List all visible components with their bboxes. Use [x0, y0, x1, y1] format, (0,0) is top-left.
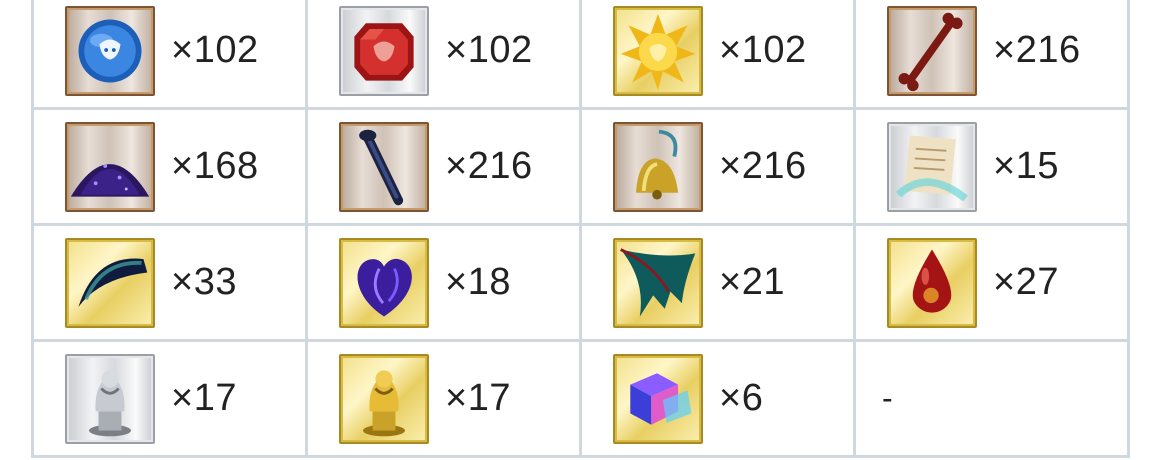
silver-statue-icon — [65, 353, 155, 444]
empty-placeholder: - — [882, 380, 893, 416]
gold-statue-icon — [339, 353, 429, 444]
material-count: ×102 — [445, 29, 533, 71]
material-count: ×21 — [719, 261, 785, 303]
wing-icon — [613, 237, 703, 328]
material-count: ×15 — [993, 145, 1059, 187]
table-row: ×33 ×18 ×21 ×27 — [34, 223, 1130, 339]
blood-drop-icon — [887, 237, 977, 328]
material-count: ×216 — [445, 145, 533, 187]
table-row: ×168 ×216 ×216 ×15 — [34, 107, 1130, 223]
material-cell: ×17 — [308, 342, 582, 455]
crystal-cube-icon — [613, 353, 703, 444]
scroll-icon — [887, 121, 977, 212]
material-cell: ×102 — [308, 0, 582, 107]
material-count: ×6 — [719, 377, 764, 419]
material-cell: ×102 — [34, 0, 308, 107]
material-count: ×18 — [445, 261, 511, 303]
heart-icon — [339, 237, 429, 328]
material-count: ×216 — [993, 29, 1081, 71]
material-cell: ×33 — [34, 226, 308, 339]
table-row: ×17 ×17 ×6 - — [34, 339, 1130, 455]
material-cell: ×6 — [582, 342, 856, 455]
bell-icon — [613, 121, 703, 212]
fang-spike-icon — [339, 121, 429, 212]
material-count: ×17 — [171, 377, 237, 419]
gold-gem-icon — [613, 5, 703, 96]
material-cell: ×15 — [856, 110, 1130, 223]
material-table: ×102 ×102 ×102 ×216 ×168 ×216 ×216 ×15 ×… — [31, 0, 1130, 458]
material-count: ×17 — [445, 377, 511, 419]
material-count: ×27 — [993, 261, 1059, 303]
blue-gem-icon — [65, 5, 155, 96]
material-cell: ×216 — [308, 110, 582, 223]
red-gem-icon — [339, 5, 429, 96]
claw-icon — [65, 237, 155, 328]
material-cell: ×168 — [34, 110, 308, 223]
material-cell: ×216 — [856, 0, 1130, 107]
material-count: ×102 — [171, 29, 259, 71]
empty-cell: - — [856, 342, 1130, 455]
material-cell: ×17 — [34, 342, 308, 455]
material-cell: ×18 — [308, 226, 582, 339]
material-cell: ×102 — [582, 0, 856, 107]
material-count: ×168 — [171, 145, 259, 187]
table-row: ×102 ×102 ×102 ×216 — [34, 0, 1130, 107]
material-count: ×33 — [171, 261, 237, 303]
material-count: ×216 — [719, 145, 807, 187]
material-cell: ×27 — [856, 226, 1130, 339]
material-cell: ×21 — [582, 226, 856, 339]
bone-icon — [887, 5, 977, 96]
material-count: ×102 — [719, 29, 807, 71]
material-cell: ×216 — [582, 110, 856, 223]
dust-pile-icon — [65, 121, 155, 212]
